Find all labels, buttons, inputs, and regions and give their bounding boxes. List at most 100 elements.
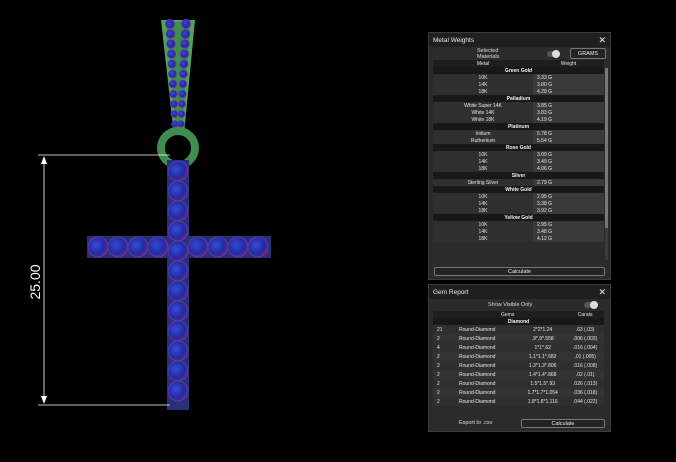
diamond-stone: [187, 236, 209, 258]
diamond-stone: [167, 380, 189, 402]
diamond-stone: [168, 69, 177, 79]
diamond-stone: [169, 99, 179, 109]
weight-column-header: Weight: [560, 60, 577, 67]
diamond-stone: [167, 180, 189, 202]
gem-row[interactable]: 2 Round-Diamond 1.5*1.5*.93 .026 (.013): [433, 379, 604, 388]
dimension-line: [38, 154, 170, 406]
gem-row[interactable]: 4 Round-Diamond 1*1*.62 .016 (.004): [433, 343, 604, 352]
gem-row[interactable]: 2 Round-Diamond 1.4*1.4*.868 .02 (.01): [433, 370, 604, 379]
diamond-stone: [178, 89, 187, 99]
gem-carats: .63 (.03): [575, 326, 595, 333]
gem-row[interactable]: 2 Round-Diamond 1.8*1.8*1.116 .044 (.022): [433, 397, 604, 406]
gem-calculate-button[interactable]: Calculate: [521, 418, 605, 428]
diamond-stone: [179, 49, 190, 59]
metal-row[interactable]: 14K 3.48 G: [433, 228, 604, 235]
metal-row[interactable]: 18K 4.28 G: [433, 88, 604, 95]
metal-row[interactable]: White 18K 4.19 G: [433, 116, 604, 123]
gem-size: 1*1*.62: [534, 344, 551, 351]
diamond-stone: [168, 79, 178, 89]
gem-count: 2: [437, 380, 440, 387]
metal-weights-table: Metal Weight Green Gold 10K 3.33 G 14K 3.80 …: [433, 60, 604, 242]
gem-count: 4: [437, 344, 440, 351]
gem-size: 1.7*1.7*1.054: [527, 389, 558, 396]
diamond-stone: [167, 360, 189, 382]
3d-viewport[interactable]: 25.00: [0, 0, 420, 457]
metal-weight: 4.06 G: [533, 165, 604, 172]
gem-type: Round-Diamond: [459, 371, 496, 378]
cross: [87, 160, 271, 410]
diamond-stone: [177, 110, 186, 118]
gem-carats: .036 (.018): [573, 389, 598, 396]
metal-name: 10K: [433, 221, 533, 228]
metal-group-row: Rose Gold: [433, 144, 604, 151]
gem-row[interactable]: 2 Round-Diamond 1.7*1.7*1.054 .036 (.018): [433, 388, 604, 397]
gem-report-title: Gem Report: [433, 288, 469, 296]
metal-weight: 2.79 G: [533, 179, 604, 186]
metal-row[interactable]: Ruthenium 5.54 G: [433, 137, 604, 144]
metal-row[interactable]: 14K 3.49 G: [433, 158, 604, 165]
metal-name: 10K: [433, 151, 533, 158]
metal-row[interactable]: White 14K 3.83 G: [433, 109, 604, 116]
diamond-stone: [207, 236, 229, 258]
metal-row[interactable]: 18K 4.06 G: [433, 165, 604, 172]
gem-count: 2: [437, 389, 440, 396]
diamond-stone: [127, 236, 149, 258]
metal-name: 14K: [433, 158, 533, 165]
metal-group-name: Rose Gold: [433, 144, 604, 151]
show-visible-label: Show Visible Only: [488, 302, 533, 308]
metal-row[interactable]: 10K 3.33 G: [433, 74, 604, 81]
diamond-stone: [167, 59, 177, 69]
metal-row[interactable]: Iridium 5.78 G: [433, 130, 604, 137]
close-icon[interactable]: ✕: [598, 35, 606, 45]
metal-row[interactable]: 14K 3.38 G: [433, 200, 604, 207]
metal-row[interactable]: White Super 14K 3.85 G: [433, 102, 604, 109]
gem-size: 1.1*1.1*.682: [528, 353, 557, 360]
diamond-stone: [167, 220, 189, 242]
diamond-stone: [166, 49, 177, 59]
metal-weight: 4.19 G: [533, 116, 604, 123]
metal-weights-title: Metal Weights: [433, 36, 475, 44]
metal-row[interactable]: 10K 2.95 G: [433, 221, 604, 228]
metal-group-row: Palladium: [433, 95, 604, 102]
metal-row[interactable]: 10K 2.95 G: [433, 193, 604, 200]
diamond-stone: [179, 59, 189, 69]
gem-type: Round-Diamond: [459, 389, 496, 396]
gem-row[interactable]: 2 Round-Diamond 1.1*1.1*.682 .01 (.005): [433, 352, 604, 361]
diamond-stone: [177, 120, 185, 128]
diamond-stone: [170, 110, 179, 118]
metal-weight: 3.80 G: [533, 81, 604, 88]
metal-name: 10K: [433, 74, 533, 81]
metal-name: 14K: [433, 81, 533, 88]
close-icon[interactable]: ✕: [598, 287, 606, 297]
diamond-stone: [147, 236, 169, 258]
gem-type: Round-Diamond: [459, 344, 496, 351]
metal-row[interactable]: 14K 3.80 G: [433, 81, 604, 88]
gem-row[interactable]: 21 Round-Diamond 2*2*1.24 .63 (.03): [433, 325, 604, 334]
metal-weight: 4.12 G: [533, 235, 604, 242]
gem-report-titlebar: Gem Report ✕: [429, 285, 610, 299]
metal-row[interactable]: Sterling Silver 2.79 G: [433, 179, 604, 186]
gem-count: 2: [437, 371, 440, 378]
selected-materials-label: Selected Materials: [477, 47, 500, 60]
diamond-stone: [87, 236, 109, 258]
gem-report-panel: Gem Report ✕ Show Visible Only Gems Cara…: [428, 284, 611, 432]
grams-button[interactable]: GRAMS: [570, 48, 607, 59]
metal-weight: 3.49 G: [533, 158, 604, 165]
metal-scrollbar-thumb[interactable]: [605, 68, 608, 228]
metal-row[interactable]: 10K 3.09 G: [433, 151, 604, 158]
gem-row[interactable]: 2 Round-Diamond 1.3*1.3*.806 .016 (.008): [433, 361, 604, 370]
show-visible-toggle[interactable]: [584, 301, 599, 309]
gem-carats: .02 (.01): [575, 371, 595, 378]
metal-weights-titlebar: Metal Weights ✕: [429, 33, 610, 47]
export-csv-link[interactable]: Export to .csv: [459, 420, 492, 426]
gem-count: 2: [437, 335, 440, 342]
selected-materials-toggle[interactable]: [547, 49, 561, 58]
metal-calculate-button[interactable]: Calculate: [434, 267, 605, 276]
diamond-stone: [167, 260, 189, 282]
diamond-stone: [180, 39, 190, 49]
metal-row[interactable]: 18K 3.92 G: [433, 207, 604, 214]
gem-row[interactable]: 2 Round-Diamond .9*.9*.558 .006 (.003): [433, 334, 604, 343]
metal-row[interactable]: 18K 4.12 G: [433, 235, 604, 242]
diamond-stone: [167, 240, 189, 262]
metal-group-name: Yellow Gold: [433, 214, 604, 221]
